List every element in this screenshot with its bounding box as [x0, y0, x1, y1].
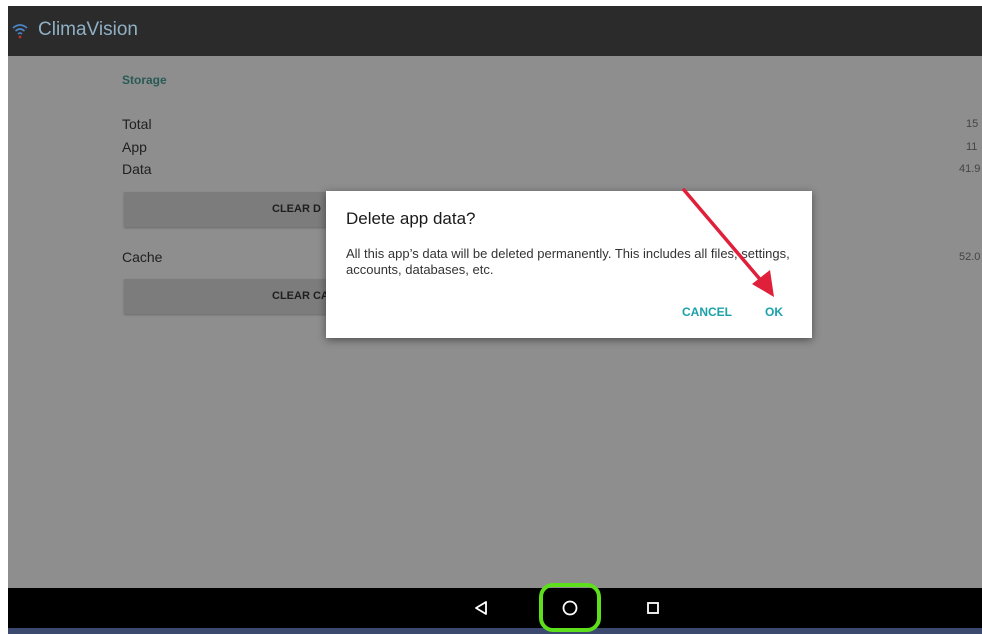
app-value: 11 [966, 141, 978, 153]
total-value: 15 [966, 118, 979, 130]
clear-cache-button-label: CLEAR CA [272, 290, 329, 302]
device-screen: ClimaVision Storage Total 15 App 11 Data… [8, 6, 982, 634]
bottom-strip [8, 628, 982, 634]
home-button[interactable] [550, 588, 590, 628]
clear-cache-button[interactable]: CLEAR CA [124, 279, 334, 314]
data-value: 41.9 [959, 163, 981, 175]
home-circle-icon [562, 600, 578, 616]
recents-button[interactable] [633, 588, 673, 628]
cancel-button[interactable]: CANCEL [682, 305, 732, 319]
app-bar: ClimaVision [8, 6, 982, 56]
clear-data-button-label: CLEAR D [272, 203, 321, 215]
storage-section-title: Storage [122, 73, 167, 87]
clear-data-button[interactable]: CLEAR D [124, 192, 334, 227]
cache-label: Cache [122, 249, 163, 265]
dialog-message: All this app’s data will be deleted perm… [346, 246, 790, 277]
cache-value: 52.0 [959, 251, 981, 263]
data-label: Data [122, 161, 152, 177]
delete-app-data-dialog: Delete app data? All this app’s data wil… [326, 191, 812, 338]
dialog-title: Delete app data? [346, 209, 476, 228]
ok-button[interactable]: OK [765, 305, 783, 319]
app-title: ClimaVision [38, 19, 138, 40]
app-label: App [122, 139, 147, 155]
wifi-signal-icon [12, 24, 28, 39]
total-label: Total [122, 116, 152, 132]
navigation-bar [8, 588, 982, 628]
back-triangle-icon [475, 601, 487, 615]
recents-square-icon [647, 602, 659, 614]
back-button[interactable] [462, 588, 502, 628]
